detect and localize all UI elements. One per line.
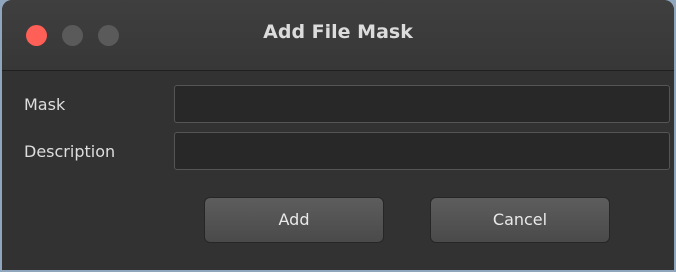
screenshot-frame: Add File Mask Mask Description Add Cance… xyxy=(0,0,676,272)
dialog-title: Add File Mask xyxy=(263,21,413,43)
mask-input[interactable] xyxy=(174,85,670,123)
description-input[interactable] xyxy=(174,132,670,170)
description-label: Description xyxy=(24,142,116,161)
cancel-button[interactable]: Cancel xyxy=(430,197,610,243)
title-bar: Add File Mask xyxy=(2,0,674,71)
add-file-mask-dialog: Add File Mask Mask Description Add Cance… xyxy=(2,0,674,270)
mask-label: Mask xyxy=(24,95,66,114)
add-button[interactable]: Add xyxy=(204,197,384,243)
